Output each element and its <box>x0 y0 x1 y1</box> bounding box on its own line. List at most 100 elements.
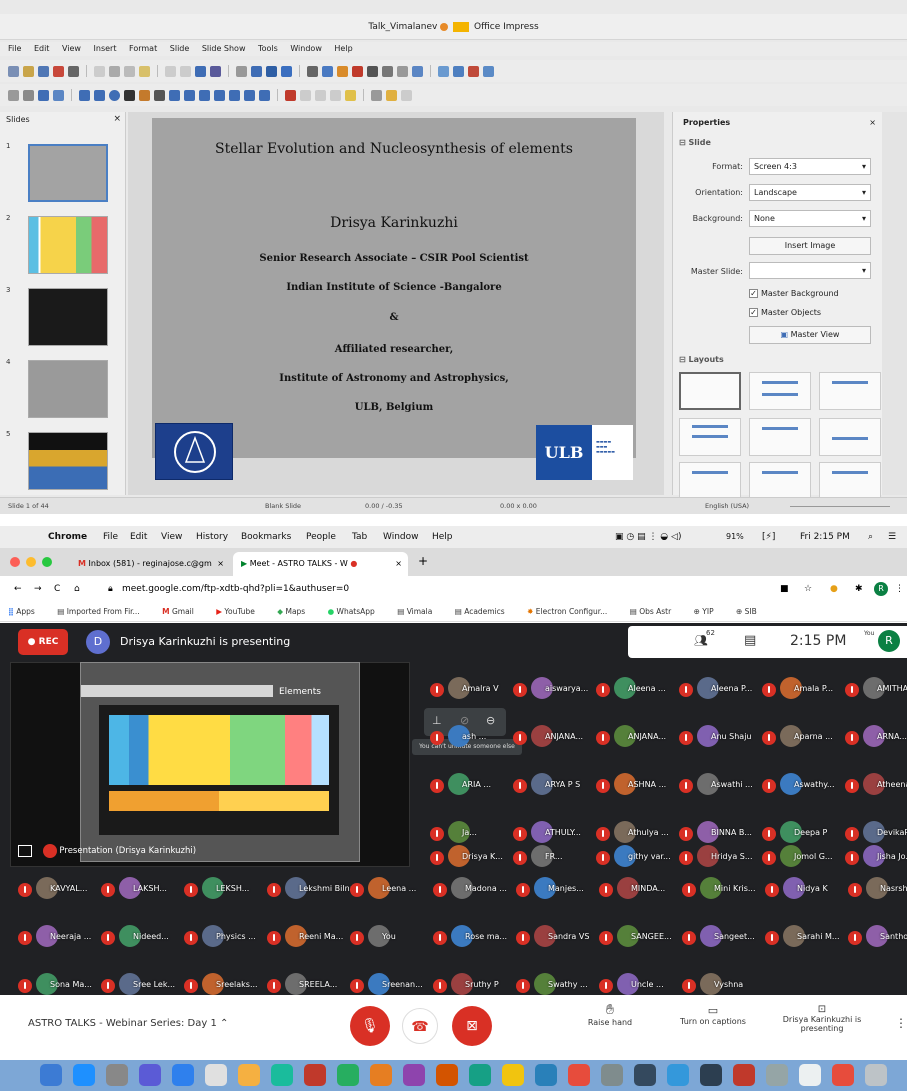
menu-tools[interactable]: Tools <box>258 44 278 53</box>
menu-help[interactable]: Help <box>432 526 453 548</box>
dock-app-icon[interactable] <box>139 1064 161 1086</box>
distribute-icon[interactable] <box>330 89 341 101</box>
dock-app-icon[interactable] <box>271 1064 293 1086</box>
rectangle-icon[interactable] <box>94 89 105 101</box>
zoom-icon[interactable] <box>23 89 34 101</box>
presentation-status-button[interactable]: ⊡ Drisya Karinkuzhi is presenting <box>772 1004 872 1033</box>
new-tab-button[interactable]: + <box>418 554 428 568</box>
participant-tile[interactable]: ARYA P S <box>513 766 593 806</box>
participant-tile[interactable]: Aleena ... <box>596 670 676 710</box>
menu-edit[interactable]: Edit <box>34 44 50 53</box>
find-replace-icon[interactable] <box>195 65 206 77</box>
3d-objects-icon[interactable] <box>259 89 270 101</box>
chat-icon[interactable]: ▤ <box>744 633 756 648</box>
camera-off-button[interactable]: ⊠ <box>452 1006 492 1046</box>
slide-thumbnail-3[interactable]: 3 <box>6 286 118 352</box>
dock-app-icon[interactable] <box>238 1064 260 1086</box>
slide-thumbnail-1[interactable]: 1 <box>6 142 118 208</box>
participant-tile[interactable]: ARNA... <box>845 718 907 758</box>
text-box-icon[interactable] <box>367 65 378 77</box>
control-center-icon[interactable]: ☰ <box>888 526 896 548</box>
display-views-icon[interactable] <box>251 65 262 77</box>
insert-image-button[interactable]: Insert Image <box>749 237 871 255</box>
spotlight-icon[interactable]: ⌕ <box>868 526 873 548</box>
line-color-icon[interactable] <box>38 89 49 101</box>
layout-4[interactable] <box>679 462 741 500</box>
participant-tile[interactable]: Sandra VS <box>516 918 596 958</box>
bookmark-yip[interactable]: ⊕ YIP <box>694 607 724 616</box>
menu-window[interactable]: Window <box>383 526 419 548</box>
dock-app-icon[interactable] <box>601 1064 623 1086</box>
participant-tile[interactable]: Amala P... <box>762 670 842 710</box>
participant-tile[interactable]: Physics ... <box>184 918 264 958</box>
bookmark-imported[interactable]: ▤ Imported From Fir... <box>57 607 150 616</box>
raise-hand-button[interactable]: ✋︎ Raise hand <box>580 1002 640 1027</box>
participant-tile[interactable]: Santhos... <box>848 918 907 958</box>
meeting-details[interactable]: ASTRO TALKS - Webinar Series: Day 1 ⌃ <box>28 1018 228 1029</box>
battery-icon[interactable]: [⚡] <box>762 526 775 548</box>
menu-bookmarks[interactable]: Bookmarks <box>241 526 291 548</box>
menu-help[interactable]: Help <box>334 44 352 53</box>
leave-call-button[interactable]: ☎ <box>402 1008 438 1044</box>
profile-avatar[interactable]: R <box>874 582 888 596</box>
dock-app-icon[interactable] <box>172 1064 194 1086</box>
slide-thumbnail-2[interactable]: 2 <box>6 214 118 280</box>
dock-app-icon[interactable] <box>535 1064 557 1086</box>
menu-file[interactable]: File <box>103 526 118 548</box>
participant-tile[interactable]: You <box>350 918 430 958</box>
master-view-button[interactable]: ▣ Master View <box>749 326 871 344</box>
dock-app-icon[interactable] <box>502 1064 524 1086</box>
slide-thumbnail-5[interactable]: 5 <box>6 430 118 496</box>
participant-tile[interactable]: Nidya K <box>765 870 845 910</box>
menu-history[interactable]: History <box>196 526 228 548</box>
bookmark-gmail[interactable]: M Gmail <box>162 607 204 616</box>
menu-format[interactable]: Format <box>129 44 157 53</box>
participant-tile[interactable]: Manjes... <box>516 870 596 910</box>
participant-tile[interactable]: Sarahi M... <box>765 918 845 958</box>
dock-app-icon[interactable] <box>799 1064 821 1086</box>
table-icon[interactable] <box>307 65 318 77</box>
bookmark-maps[interactable]: ◆ Maps <box>277 607 315 616</box>
spelling-icon[interactable] <box>210 65 221 77</box>
line-icon[interactable] <box>79 89 90 101</box>
crop-icon[interactable] <box>371 89 382 101</box>
dock-app-icon[interactable] <box>865 1064 887 1086</box>
format-select[interactable]: Screen 4:3 <box>749 158 871 175</box>
participant-tile[interactable]: MINDA... <box>599 870 679 910</box>
dock-app-icon[interactable] <box>403 1064 425 1086</box>
slide-layout-icon[interactable] <box>468 65 479 77</box>
symbol-shapes-icon[interactable] <box>184 89 195 101</box>
extension-icon[interactable]: ● <box>830 576 838 602</box>
participant-tile[interactable]: Amalra V <box>430 670 510 710</box>
participant-tile[interactable]: Atheena ... <box>845 766 907 806</box>
participant-tile[interactable]: LAKSH... <box>101 870 181 910</box>
self-avatar[interactable]: R <box>878 630 900 652</box>
layout-6[interactable] <box>819 462 881 500</box>
save-icon[interactable] <box>38 65 49 77</box>
captions-button[interactable]: ▭ Turn on captions <box>670 1004 756 1026</box>
shadow-icon[interactable] <box>345 89 356 101</box>
participant-tile[interactable]: ARIA ... <box>430 766 510 806</box>
menu-insert[interactable]: Insert <box>94 44 117 53</box>
dock-app-icon[interactable] <box>667 1064 689 1086</box>
menu-window[interactable]: Window <box>290 44 322 53</box>
dock-app-icon[interactable] <box>337 1064 359 1086</box>
show-draw-functions-icon[interactable] <box>438 65 449 77</box>
clone-icon[interactable] <box>139 65 150 77</box>
bookmark-apps[interactable]: ⣿ Apps <box>8 607 45 616</box>
chrome-menu-icon[interactable]: ⋮ <box>895 576 904 602</box>
dock-app-icon[interactable] <box>205 1064 227 1086</box>
master-objects-checkbox[interactable]: ✓ Master Objects <box>749 308 821 317</box>
arrange-icon[interactable] <box>315 89 326 101</box>
undo-icon[interactable] <box>165 65 176 77</box>
layout-title-content[interactable] <box>749 372 811 410</box>
menu-slide-show[interactable]: Slide Show <box>202 44 246 53</box>
dock-app-icon[interactable] <box>700 1064 722 1086</box>
participant-tile[interactable]: Aswathi ... <box>679 766 759 806</box>
bookmark-whatsapp[interactable]: ● WhatsApp <box>328 607 385 616</box>
block-arrows-icon[interactable] <box>199 89 210 101</box>
select-icon[interactable] <box>8 89 19 101</box>
menu-view[interactable]: View <box>62 44 81 53</box>
participant-tile[interactable]: Rose ma... <box>433 918 513 958</box>
menu-people[interactable]: People <box>306 526 336 548</box>
